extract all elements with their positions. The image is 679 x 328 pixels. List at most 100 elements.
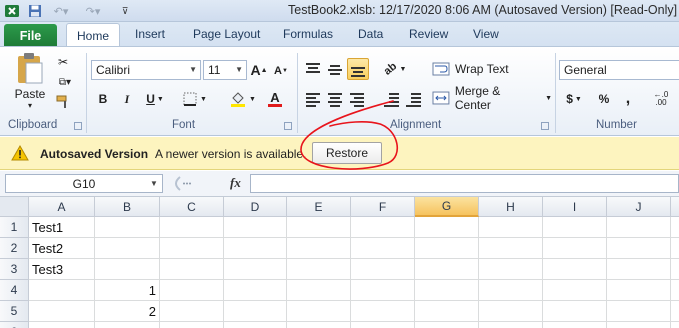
grid-cell[interactable] [95, 217, 160, 238]
grid-cell[interactable] [351, 280, 415, 301]
grid-cell[interactable] [95, 259, 160, 280]
grid-cell[interactable] [479, 217, 543, 238]
select-all-corner[interactable] [0, 197, 29, 217]
grid-cell[interactable] [160, 280, 224, 301]
customize-qat-icon[interactable]: ⊽ [118, 3, 132, 19]
grid-cell[interactable] [415, 322, 479, 328]
grid-cell[interactable] [543, 301, 607, 322]
italic-button[interactable]: I [119, 90, 135, 108]
tab-home[interactable]: Home [66, 23, 120, 48]
align-bottom-icon[interactable] [347, 58, 369, 80]
grid-cell[interactable] [479, 301, 543, 322]
grid-cell[interactable]: 1 [95, 280, 160, 301]
grid-cell[interactable] [671, 259, 679, 280]
grid-cell[interactable] [29, 322, 95, 328]
redo-icon[interactable]: ↷▾ [82, 3, 104, 19]
grid-cell[interactable] [224, 280, 287, 301]
paste-button[interactable]: Paste ▾ [12, 51, 48, 111]
align-right-icon[interactable] [347, 89, 367, 109]
insert-function-icon[interactable]: fx [230, 175, 241, 191]
underline-button[interactable]: U ▼ [143, 90, 167, 108]
percent-button[interactable]: % [595, 90, 613, 108]
grid-cell[interactable] [671, 301, 679, 322]
row-header[interactable]: 5 [0, 301, 29, 322]
tab-page-layout[interactable]: Page Layout [193, 27, 260, 41]
grid-cell[interactable]: Test3 [29, 259, 95, 280]
grid-cell[interactable] [607, 301, 671, 322]
clipboard-dialog-launcher-icon[interactable] [74, 122, 82, 130]
grid-cell[interactable] [160, 217, 224, 238]
column-header-e[interactable]: E [287, 197, 351, 217]
row-header[interactable]: 4 [0, 280, 29, 301]
merge-center-button[interactable]: Merge & Center ▼ [432, 84, 552, 112]
grid-cell[interactable] [224, 217, 287, 238]
formula-input[interactable] [250, 174, 679, 193]
font-name-combo[interactable]: Calibri ▼ [91, 60, 201, 80]
format-painter-icon[interactable] [54, 93, 72, 111]
grid-cell[interactable] [479, 259, 543, 280]
tab-view[interactable]: View [473, 27, 499, 41]
shrink-font-button[interactable]: A ▼ [272, 62, 290, 80]
row-header[interactable]: 3 [0, 259, 29, 280]
grow-font-button[interactable]: A ▲ [250, 60, 268, 80]
grid-cell[interactable] [287, 217, 351, 238]
grid-cell[interactable]: Test1 [29, 217, 95, 238]
chevron-down-icon[interactable]: ▼ [150, 179, 158, 188]
tab-file[interactable]: File [4, 24, 57, 47]
grid-cell[interactable] [543, 322, 607, 328]
tab-review[interactable]: Review [409, 27, 448, 41]
increase-decimal-icon[interactable]: ←.0.00 [650, 90, 672, 108]
grid-cell[interactable] [351, 217, 415, 238]
column-header-c[interactable]: C [160, 197, 224, 217]
font-color-icon[interactable]: A [260, 90, 290, 108]
grid-cell[interactable] [671, 238, 679, 259]
orientation-icon[interactable]: ab ▼ [381, 59, 409, 79]
tab-formulas[interactable]: Formulas [283, 27, 333, 41]
grid-cell[interactable]: 2 [95, 301, 160, 322]
grid-cell[interactable] [607, 238, 671, 259]
grid-cell[interactable] [415, 238, 479, 259]
grid-cell[interactable] [543, 280, 607, 301]
grid-cell[interactable] [607, 280, 671, 301]
wrap-text-button[interactable]: Wrap Text [432, 60, 512, 78]
grid-cell[interactable] [543, 217, 607, 238]
save-icon[interactable] [27, 3, 43, 19]
column-header-f[interactable]: F [351, 197, 415, 217]
grid-cell[interactable] [607, 259, 671, 280]
align-center-icon[interactable] [325, 89, 345, 109]
tab-insert[interactable]: Insert [135, 27, 165, 41]
grid-cell[interactable] [351, 259, 415, 280]
grid-cell[interactable] [160, 301, 224, 322]
align-top-icon[interactable] [303, 59, 323, 79]
grid-cell[interactable] [415, 259, 479, 280]
font-size-combo[interactable]: 11 ▼ [203, 60, 247, 80]
grid-cell[interactable] [543, 238, 607, 259]
grid-cell[interactable] [160, 259, 224, 280]
grid-cell[interactable] [160, 322, 224, 328]
grid-cell[interactable] [415, 217, 479, 238]
row-header[interactable]: 2 [0, 238, 29, 259]
restore-button[interactable]: Restore [312, 142, 382, 164]
number-format-combo[interactable]: General [559, 60, 679, 80]
formula-bar-resize-icon[interactable] [170, 174, 210, 193]
grid-cell[interactable] [29, 301, 95, 322]
column-header-j[interactable]: J [607, 197, 671, 217]
increase-indent-icon[interactable] [403, 89, 423, 109]
grid-cell[interactable] [415, 280, 479, 301]
tab-data[interactable]: Data [358, 27, 383, 41]
row-header[interactable]: 6 [0, 322, 29, 328]
font-dialog-launcher-icon[interactable] [284, 122, 292, 130]
comma-button[interactable]: , [621, 90, 635, 108]
align-left-icon[interactable] [303, 89, 323, 109]
grid-cell[interactable] [224, 259, 287, 280]
decrease-indent-icon[interactable] [381, 89, 401, 109]
grid-cell[interactable] [479, 280, 543, 301]
grid-cell[interactable] [29, 280, 95, 301]
borders-icon[interactable]: ▼ [180, 90, 210, 108]
column-header-d[interactable]: D [224, 197, 287, 217]
cut-icon[interactable]: ✂ [54, 53, 72, 71]
grid-cell[interactable]: Test2 [29, 238, 95, 259]
copy-icon[interactable]: ⧉▾ [54, 73, 76, 91]
grid-cell[interactable] [287, 322, 351, 328]
grid-cell[interactable] [287, 301, 351, 322]
